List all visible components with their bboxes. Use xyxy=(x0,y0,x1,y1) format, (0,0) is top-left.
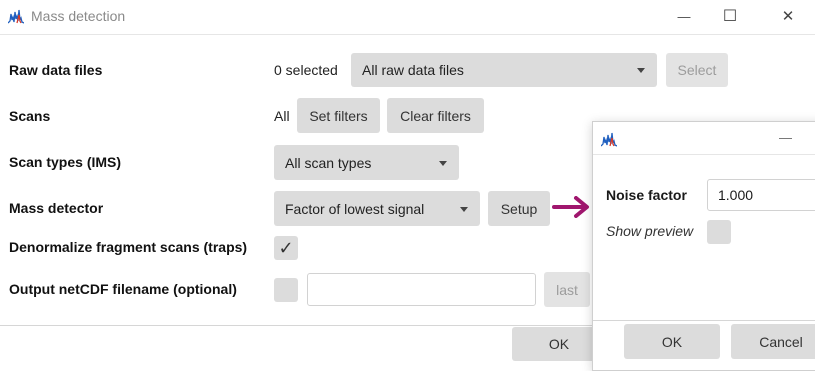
minimize-icon: — xyxy=(677,8,691,24)
set-filters-button[interactable]: Set filters xyxy=(297,98,380,133)
popup-cancel-button-label: Cancel xyxy=(759,333,803,350)
chevron-down-icon xyxy=(637,68,645,73)
app-chart-icon xyxy=(8,9,24,24)
clear-filters-button[interactable]: Clear filters xyxy=(387,98,484,133)
select-files-button-label: Select xyxy=(677,62,717,78)
checkmark-icon: ✓ xyxy=(278,237,294,258)
select-files-button[interactable]: Select xyxy=(666,53,728,87)
denormalize-checkbox[interactable]: ✓ xyxy=(274,236,298,260)
clear-filters-button-label: Clear filters xyxy=(400,107,471,124)
raw-data-files-combo[interactable]: All raw data files xyxy=(351,53,657,87)
raw-data-files-label: Raw data files xyxy=(9,62,103,78)
setup-button-label: Setup xyxy=(500,200,538,217)
setup-button[interactable]: Setup xyxy=(488,191,550,226)
last-button[interactable]: last xyxy=(544,272,590,307)
popup-footer-separator xyxy=(593,320,815,321)
annotation-arrow-icon xyxy=(552,196,589,218)
scan-types-combo[interactable]: All scan types xyxy=(274,145,459,180)
noise-factor-label: Noise factor xyxy=(606,187,687,203)
popup-cancel-button[interactable]: Cancel xyxy=(731,324,815,359)
minimize-button[interactable]: — xyxy=(661,0,707,32)
scans-label: Scans xyxy=(9,108,51,124)
show-preview-label: Show preview xyxy=(606,223,694,239)
output-netcdf-filename-field[interactable] xyxy=(307,273,536,306)
close-icon: ✕ xyxy=(781,8,795,25)
raw-data-files-combo-value: All raw data files xyxy=(362,62,464,78)
raw-data-files-selected-count: 0 selected xyxy=(274,62,338,78)
mass-detector-label: Mass detector xyxy=(9,200,104,216)
scans-value: All xyxy=(274,108,290,124)
mass-detector-combo-value: Factor of lowest signal xyxy=(285,200,425,217)
popup-ok-button-label: OK xyxy=(661,333,683,350)
show-preview-checkbox[interactable] xyxy=(707,220,731,244)
noise-factor-input[interactable]: 1.000 xyxy=(707,179,815,211)
output-netcdf-label: Output netCDF filename (optional) xyxy=(9,281,237,297)
output-netcdf-checkbox[interactable] xyxy=(274,278,298,302)
maximize-button[interactable]: ☐ xyxy=(707,0,753,32)
app-chart-icon xyxy=(601,132,617,147)
title-separator xyxy=(0,34,815,35)
close-button[interactable]: ✕ xyxy=(765,0,811,32)
window-title: Mass detection xyxy=(31,8,126,24)
mass-detector-combo[interactable]: Factor of lowest signal xyxy=(274,191,480,226)
scan-types-label: Scan types (IMS) xyxy=(9,154,122,170)
last-button-label: last xyxy=(556,281,578,298)
scan-types-combo-value: All scan types xyxy=(285,154,372,171)
chevron-down-icon xyxy=(439,160,447,166)
denormalize-label: Denormalize fragment scans (traps) xyxy=(9,239,248,255)
maximize-icon: ☐ xyxy=(722,8,738,25)
popup-title-separator xyxy=(593,154,815,155)
setup-popup-dialog: — Noise factor 1.000 Show preview OK Can… xyxy=(592,121,815,371)
set-filters-button-label: Set filters xyxy=(309,107,368,124)
title-bar: Mass detection — ☐ ✕ xyxy=(0,0,815,34)
popup-ok-button[interactable]: OK xyxy=(624,324,720,359)
ok-button-label: OK xyxy=(548,336,570,352)
popup-minimize-icon[interactable]: — xyxy=(779,130,792,145)
chevron-down-icon xyxy=(460,206,468,212)
noise-factor-value: 1.000 xyxy=(718,187,754,203)
